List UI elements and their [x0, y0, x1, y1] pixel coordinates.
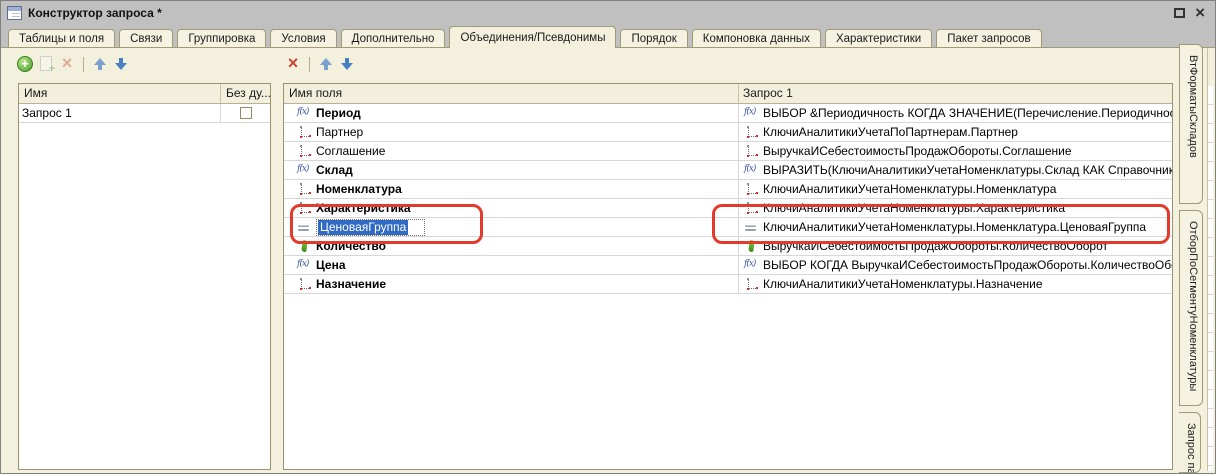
field-name-editor[interactable]: ЦеноваяГруппа — [316, 219, 425, 236]
delete-button[interactable] — [58, 55, 76, 73]
content-area: Имя Без ду... Запрос 1 Имя поля З — [1, 47, 1215, 473]
field-expression: ВыручкаИСебестоимостьПродажОбороты.Согла… — [763, 144, 1072, 158]
field-expression: КлючиАналитикиУчетаНоменклатуры.Номенкла… — [763, 220, 1146, 234]
titlebar: Конструктор запроса * × — [1, 1, 1215, 25]
aggregate-icon — [743, 239, 760, 254]
side-tab-zapros-paketa-3[interactable]: Запрос пакета 3 — [1179, 412, 1201, 473]
copy-add-button[interactable] — [37, 55, 55, 73]
add-button[interactable] — [16, 55, 34, 73]
fields-panel: Имя поля Запрос 1 Период ВЫБОР &Периодич… — [283, 51, 1173, 470]
table-row[interactable]: Назначение КлючиАналитикиУчетаНоменклату… — [284, 275, 1172, 294]
field-expression: ВЫРАЗИТЬ(КлючиАналитикиУчетаНоменклатуры… — [763, 163, 1172, 177]
column-header-field-name: Имя поля — [284, 84, 739, 103]
function-icon — [743, 106, 760, 121]
field-icon — [296, 182, 313, 197]
table-row[interactable]: Цена ВЫБОР КОГДА ВыручкаИСебестоимостьПр… — [284, 256, 1172, 275]
tab-characteristics[interactable]: Характеристики — [825, 29, 932, 48]
field-expression: ВЫБОР &Периодичность КОГДА ЗНАЧЕНИЕ(Пере… — [763, 106, 1172, 120]
field-name: Партнер — [316, 125, 363, 139]
delete-button[interactable] — [284, 55, 302, 73]
grid-edge-strip — [1207, 48, 1213, 471]
tab-conditions[interactable]: Условия — [270, 29, 336, 48]
aggregate-icon — [296, 239, 313, 254]
column-header-query1: Запрос 1 — [739, 84, 1172, 103]
field-name: Характеристика — [316, 201, 411, 215]
field-icon — [743, 277, 760, 292]
query-list-grid: Имя Без ду... Запрос 1 — [18, 83, 271, 470]
window-title: Конструктор запроса * — [28, 6, 162, 20]
tab-links[interactable]: Связи — [119, 29, 173, 48]
table-row[interactable]: Партнер КлючиАналитикиУчетаПоПартнерам.П… — [284, 123, 1172, 142]
tab-additional[interactable]: Дополнительно — [341, 29, 446, 48]
field-icon — [743, 201, 760, 216]
toolbar-separator — [83, 57, 84, 72]
maximize-button[interactable] — [1174, 8, 1185, 18]
tab-data-composition[interactable]: Компоновка данных — [692, 29, 821, 48]
side-tabstrip: ВтФорматыСкладов ОтборПоСегментуНоменкла… — [1179, 44, 1206, 473]
field-icon — [743, 144, 760, 159]
function-icon — [296, 163, 313, 178]
field-expression: КлючиАналитикиУчетаНоменклатуры.Характер… — [763, 201, 1065, 215]
field-expression: ВЫБОР КОГДА ВыручкаИСебестоимостьПродажО… — [763, 258, 1172, 272]
table-row[interactable]: Запрос 1 — [19, 104, 270, 123]
no-duplicates-checkbox[interactable] — [240, 107, 252, 119]
function-icon — [743, 163, 760, 178]
field-name: Цена — [316, 258, 346, 272]
query-list-header: Имя Без ду... — [19, 84, 270, 104]
field-expression: КлючиАналитикиУчетаНоменклатуры.Назначен… — [763, 277, 1043, 291]
column-header-no-duplicates: Без ду... — [221, 84, 270, 103]
tab-tables-fields[interactable]: Таблицы и поля — [8, 29, 115, 48]
tab-order[interactable]: Порядок — [620, 29, 687, 48]
table-row[interactable]: Количество ВыручкаИСебестоимостьПродажОб… — [284, 237, 1172, 256]
tab-query-batch[interactable]: Пакет запросов — [936, 29, 1041, 48]
column-header-name: Имя — [19, 84, 221, 103]
field-icon — [296, 144, 313, 159]
move-up-button[interactable] — [91, 55, 109, 73]
table-row[interactable]: Период ВЫБОР &Периодичность КОГДА ЗНАЧЕН… — [284, 104, 1172, 123]
fields-grid-header: Имя поля Запрос 1 — [284, 84, 1172, 104]
equals-icon — [296, 220, 313, 235]
field-expression: ВыручкаИСебестоимостьПродажОбороты.Колич… — [763, 239, 1108, 253]
field-icon — [296, 125, 313, 140]
move-down-button[interactable] — [338, 55, 356, 73]
window-table-icon — [7, 6, 22, 20]
field-name: Номенклатура — [316, 182, 402, 196]
top-tabstrip: Таблицы и поля Связи Группировка Условия… — [1, 25, 1215, 48]
field-name: Назначение — [316, 277, 386, 291]
side-tab-otbor-po-segmentu[interactable]: ОтборПоСегментуНоменклатуры — [1179, 210, 1203, 406]
function-icon — [743, 258, 760, 273]
field-icon — [296, 201, 313, 216]
fields-toolbar — [283, 51, 1173, 77]
field-name: Соглашение — [316, 144, 385, 158]
field-icon — [743, 125, 760, 140]
query-list-toolbar — [9, 51, 271, 77]
field-icon — [296, 277, 313, 292]
fields-grid: Имя поля Запрос 1 Период ВЫБОР &Периодич… — [283, 83, 1173, 470]
function-icon — [296, 258, 313, 273]
equals-icon — [743, 220, 760, 235]
tab-grouping[interactable]: Группировка — [177, 29, 266, 48]
field-icon — [743, 182, 760, 197]
query-name: Запрос 1 — [22, 106, 72, 120]
field-expression: КлючиАналитикиУчетаНоменклатуры.Номенкла… — [763, 182, 1056, 196]
field-name: Количество — [316, 239, 386, 253]
side-tab-vt-formaty-skladov[interactable]: ВтФорматыСкладов — [1179, 44, 1203, 204]
function-icon — [296, 106, 313, 121]
table-row-selected[interactable]: ЦеноваяГруппа КлючиАналитикиУчетаНоменкл… — [284, 218, 1172, 237]
field-name: Период — [316, 106, 361, 120]
field-name: Склад — [316, 163, 353, 177]
table-row[interactable]: Номенклатура КлючиАналитикиУчетаНоменкла… — [284, 180, 1172, 199]
move-down-button[interactable] — [112, 55, 130, 73]
field-name: ЦеноваяГруппа — [318, 220, 408, 235]
toolbar-separator — [309, 57, 310, 72]
table-row[interactable]: Склад ВЫРАЗИТЬ(КлючиАналитикиУчетаНоменк… — [284, 161, 1172, 180]
table-row[interactable]: Характеристика КлючиАналитикиУчетаНоменк… — [284, 199, 1172, 218]
query-list-panel: Имя Без ду... Запрос 1 — [9, 51, 271, 470]
tab-unions-aliases[interactable]: Объединения/Псевдонимы — [449, 26, 616, 48]
close-button[interactable]: × — [1195, 6, 1205, 20]
move-up-button[interactable] — [317, 55, 335, 73]
table-row[interactable]: Соглашение ВыручкаИСебестоимостьПродажОб… — [284, 142, 1172, 161]
query-builder-window: Конструктор запроса * × Таблицы и поля С… — [0, 0, 1216, 474]
field-expression: КлючиАналитикиУчетаПоПартнерам.Партнер — [763, 125, 1018, 139]
